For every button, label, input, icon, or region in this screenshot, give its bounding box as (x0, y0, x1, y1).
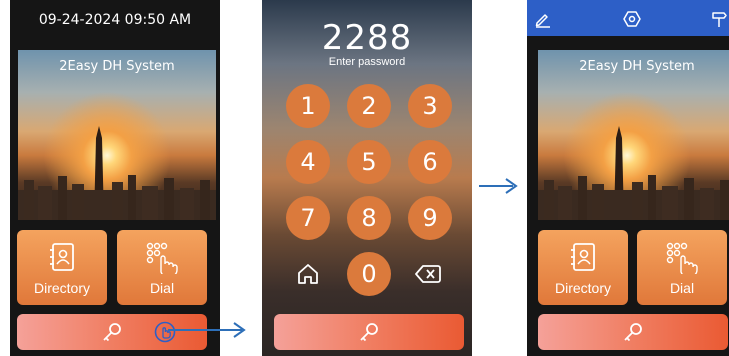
unlock-button[interactable] (274, 314, 464, 350)
dial-label: Dial (669, 280, 695, 296)
key-4-button[interactable]: 4 (286, 140, 330, 184)
dial-pad-icon (666, 242, 698, 274)
backspace-icon (415, 265, 441, 283)
key-6-button[interactable]: 6 (408, 140, 452, 184)
key-icon (103, 323, 121, 342)
contact-book-icon (571, 243, 595, 271)
password-hint: Enter password (328, 56, 406, 68)
settings-icon (623, 11, 641, 27)
banner-title: 2Easy DH System (59, 59, 175, 74)
home-screen: 09-24-2024 09:50 AM 2Easy DH System Dire… (10, 0, 220, 356)
key-5-button[interactable]: 5 (347, 140, 391, 184)
dial-button[interactable]: Dial (637, 230, 727, 305)
city-sunset-banner: 2Easy DH System (18, 50, 216, 220)
directory-button[interactable]: Directory (538, 230, 628, 305)
backspace-button[interactable] (413, 259, 443, 289)
flow-arrow-icon (168, 322, 246, 338)
contact-book-icon (50, 243, 74, 271)
dial-button[interactable]: Dial (117, 230, 207, 305)
settings-button[interactable] (622, 9, 642, 29)
directory-button[interactable]: Directory (17, 230, 107, 305)
directory-label: Directory (554, 280, 611, 296)
directory-label: Directory (33, 280, 90, 296)
password-screen: 2288 Enter password 1 2 3 4 5 6 7 8 9 0 (262, 0, 472, 356)
date-time-display: 09-24-2024 09:50 AM (38, 12, 192, 28)
flow-arrow-icon (479, 178, 518, 194)
key-icon (624, 323, 642, 342)
password-display: 2288 (321, 18, 413, 58)
city-skyline-image (538, 126, 729, 220)
key-icon (360, 323, 378, 342)
home-button[interactable] (293, 259, 323, 289)
home-icon (298, 264, 318, 284)
signpost-button[interactable] (709, 9, 729, 29)
key-9-button[interactable]: 9 (408, 196, 452, 240)
unlock-button[interactable] (538, 314, 728, 350)
dial-pad-icon (146, 242, 178, 274)
key-0-button[interactable]: 0 (347, 252, 391, 296)
key-1-button[interactable]: 1 (286, 84, 330, 128)
dial-label: Dial (149, 280, 175, 296)
key-3-button[interactable]: 3 (408, 84, 452, 128)
city-skyline-image (18, 126, 216, 220)
city-sunset-banner: 2Easy DH System (538, 50, 729, 220)
admin-toolbar (527, 0, 729, 36)
banner-title: 2Easy DH System (579, 59, 695, 74)
edit-button[interactable] (533, 9, 553, 29)
key-7-button[interactable]: 7 (286, 196, 330, 240)
edit-icon (535, 14, 550, 28)
key-2-button[interactable]: 2 (347, 84, 391, 128)
key-8-button[interactable]: 8 (347, 196, 391, 240)
admin-home-screen: 2Easy DH System Directory Dial (527, 0, 729, 356)
signpost-icon (712, 12, 727, 27)
